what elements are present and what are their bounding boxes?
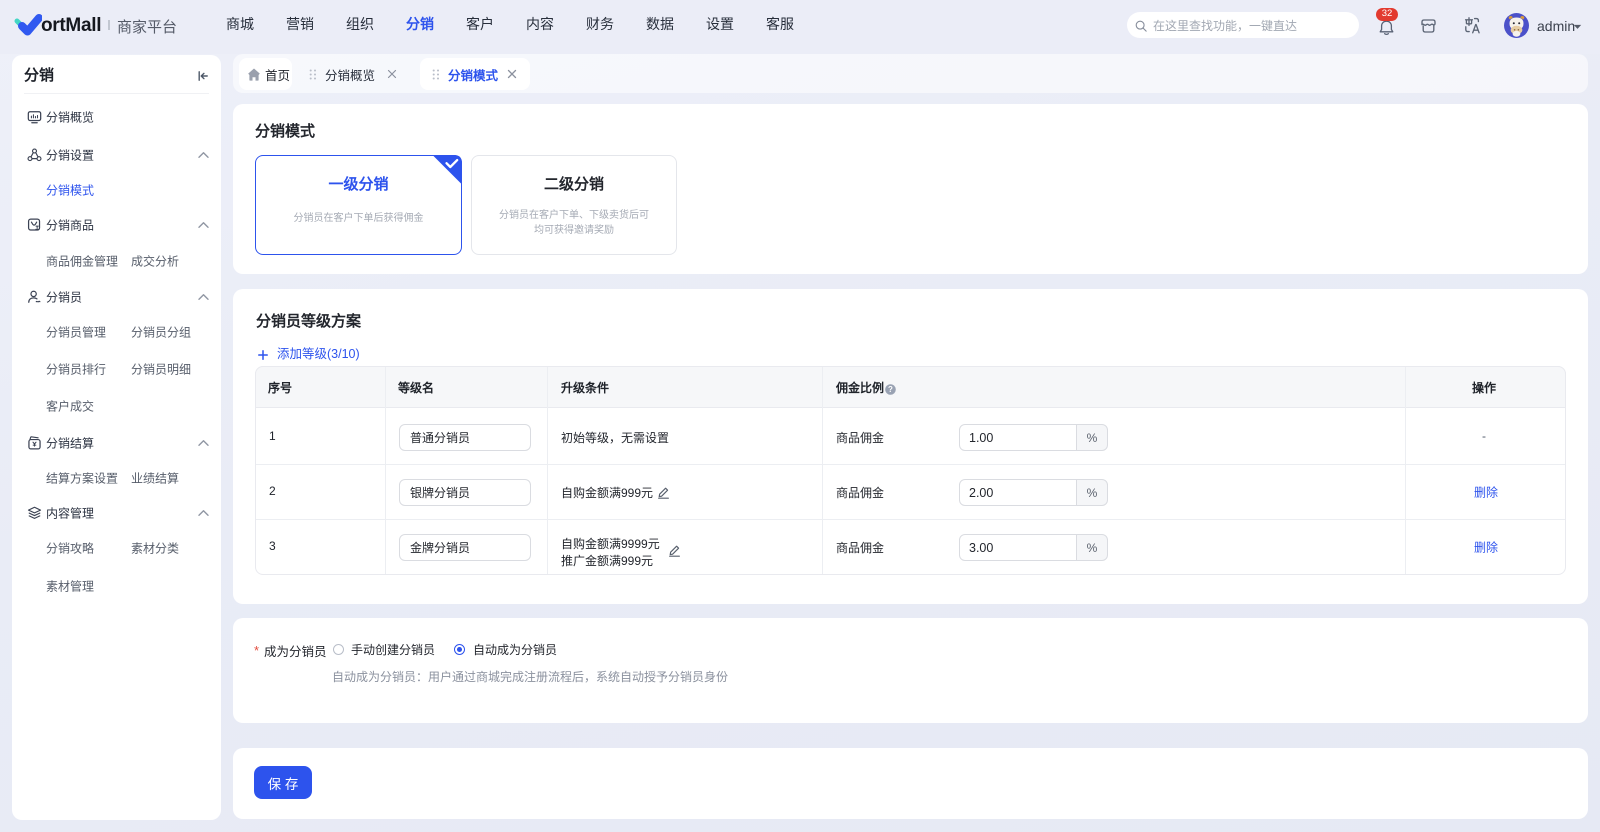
- svg-text:?: ?: [888, 385, 893, 394]
